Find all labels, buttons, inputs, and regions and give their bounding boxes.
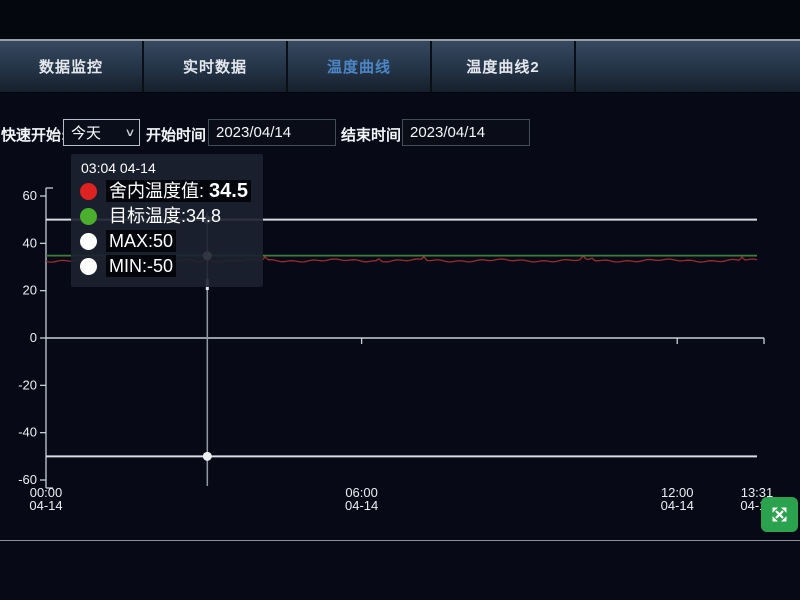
- quick-start-label: 快速开始:: [1, 124, 66, 145]
- quick-start-select[interactable]: 今天 ∨: [63, 119, 140, 146]
- expand-button[interactable]: [761, 497, 798, 532]
- svg-text:-40: -40: [18, 425, 37, 440]
- svg-text:-20: -20: [18, 377, 37, 392]
- chevron-down-icon: ∨: [124, 126, 135, 139]
- svg-text:0: 0: [30, 330, 37, 345]
- start-time-label: 开始时间: [146, 124, 206, 145]
- svg-text:04-14: 04-14: [661, 498, 694, 513]
- svg-text:04-14: 04-14: [345, 498, 378, 513]
- svg-text:40: 40: [23, 235, 37, 250]
- svg-text:20: 20: [23, 283, 37, 298]
- start-time-input[interactable]: 2023/04/14: [208, 119, 336, 146]
- temperature-chart[interactable]: 6040200-20-40-6000:0004-1406:0004-1412:0…: [0, 0, 800, 600]
- svg-text:04-14: 04-14: [29, 498, 62, 513]
- end-time-input[interactable]: 2023/04/14: [402, 119, 530, 146]
- quick-start-value: 今天: [71, 122, 101, 143]
- expand-arrows-icon: [769, 504, 790, 525]
- bottom-divider: [0, 540, 800, 541]
- filter-bar: 快速开始: 今天 ∨ 开始时间 2023/04/14 结束时间 2023/04/…: [0, 119, 800, 149]
- svg-text:60: 60: [23, 188, 37, 203]
- end-time-label: 结束时间: [341, 124, 401, 145]
